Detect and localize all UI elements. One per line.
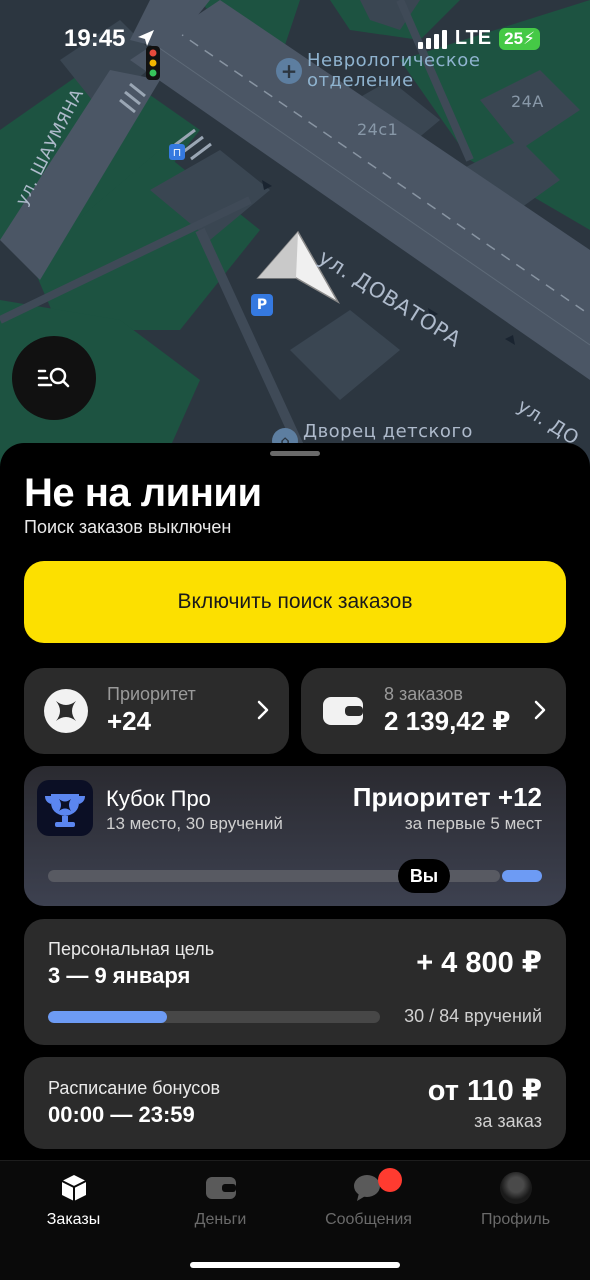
location-arrow-icon	[138, 30, 154, 46]
chevron-right-icon	[257, 700, 269, 720]
cup-pro-card[interactable]: Кубок Про 13 место, 30 вручений Приорите…	[24, 766, 566, 906]
orders-count-label: 8 заказов	[384, 684, 463, 704]
tab-profile[interactable]: Профиль	[442, 1171, 589, 1241]
enable-order-search-button[interactable]: Включить поиск заказов	[24, 561, 566, 643]
avatar	[499, 1172, 532, 1204]
poi-label-palace[interactable]: Дворец детского	[303, 421, 473, 442]
bonus-schedule-card[interactable]: Расписание бонусов 00:00 — 23:59 от 110 …	[24, 1057, 566, 1149]
cup-top-zone	[502, 870, 542, 882]
poi-label-neurology[interactable]: Неврологическое отделение	[307, 51, 487, 91]
wallet-icon	[205, 1177, 236, 1199]
map-search-button[interactable]	[12, 336, 96, 420]
bonus-time: 00:00 — 23:59	[48, 1102, 195, 1127]
tab-profile-label: Профиль	[480, 1211, 551, 1228]
earnings-value: 2 139,42 ₽	[384, 706, 511, 736]
box-icon	[61, 1175, 86, 1201]
battery-level: 25	[504, 28, 524, 48]
goal-label: Персональная цель	[48, 939, 215, 959]
building-number-24c1: 24с1	[357, 120, 399, 139]
goal-progress-text: 30 / 84 вручений	[404, 1006, 542, 1026]
tab-messages-label: Сообщения	[325, 1211, 412, 1228]
goal-dates: 3 — 9 января	[48, 963, 191, 988]
cup-reward-note: за первые 5 мест	[404, 814, 542, 833]
sheet-grabber[interactable]	[270, 451, 320, 456]
bonus-amount: от 110 ₽	[427, 1075, 542, 1107]
search-list-icon	[37, 367, 70, 388]
trophy-icon	[45, 794, 85, 827]
hospital-icon[interactable]: +	[276, 58, 302, 84]
priority-icon	[44, 689, 88, 733]
cup-title: Кубок Про	[106, 786, 211, 811]
cup-subtitle: 13 место, 30 вручений	[106, 814, 283, 833]
map-view[interactable]: ул. ДОВАТОРА ул. ШАУМЯНА ул. ДО + Неврол…	[0, 0, 590, 470]
messages-unread-badge	[378, 1168, 402, 1192]
priority-label: Приоритет	[107, 684, 196, 704]
status-subtitle: Поиск заказов выключен	[24, 517, 232, 537]
priority-value: +24	[107, 706, 152, 736]
cup-you-marker: Вы	[398, 859, 450, 893]
status-time: 19:45	[64, 25, 126, 52]
goal-progress-fill	[48, 1011, 167, 1023]
building-number-24a: 24А	[511, 92, 544, 111]
earnings-card[interactable]: 8 заказов 2 139,42 ₽	[301, 668, 566, 754]
network-type: LTE	[454, 27, 492, 49]
cup-trophy-icon	[37, 780, 93, 836]
cup-reward: Приоритет +12	[352, 782, 542, 812]
bonus-per-order: за заказ	[474, 1111, 542, 1131]
tab-orders-label: Заказы	[46, 1211, 101, 1228]
tab-orders[interactable]: Заказы	[0, 1171, 147, 1241]
home-indicator[interactable]	[190, 1262, 400, 1268]
parking-icon[interactable]: P	[251, 294, 273, 316]
personal-goal-card[interactable]: Персональная цель 3 — 9 января + 4 800 ₽…	[24, 919, 566, 1045]
bus-stop-icon[interactable]: ⊓	[169, 144, 185, 160]
goal-progress-bar	[48, 1011, 380, 1023]
wallet-icon	[323, 697, 363, 725]
status-indicators: LTE 25⚡	[417, 27, 540, 50]
chevron-right-icon	[534, 700, 546, 720]
status-title: Не на линии	[24, 471, 262, 515]
tab-money-label: Деньги	[194, 1211, 247, 1228]
battery-icon: 25⚡	[499, 27, 540, 50]
goal-amount: + 4 800 ₽	[416, 947, 542, 979]
bonus-label: Расписание бонусов	[48, 1078, 221, 1098]
bottom-sheet: Не на линии Поиск заказов выключен Включ…	[0, 443, 590, 1280]
signal-icon	[417, 29, 447, 49]
tab-messages[interactable]: Сообщения	[295, 1171, 442, 1241]
tab-money[interactable]: Деньги	[147, 1171, 294, 1241]
priority-card[interactable]: Приоритет +24	[24, 668, 289, 754]
